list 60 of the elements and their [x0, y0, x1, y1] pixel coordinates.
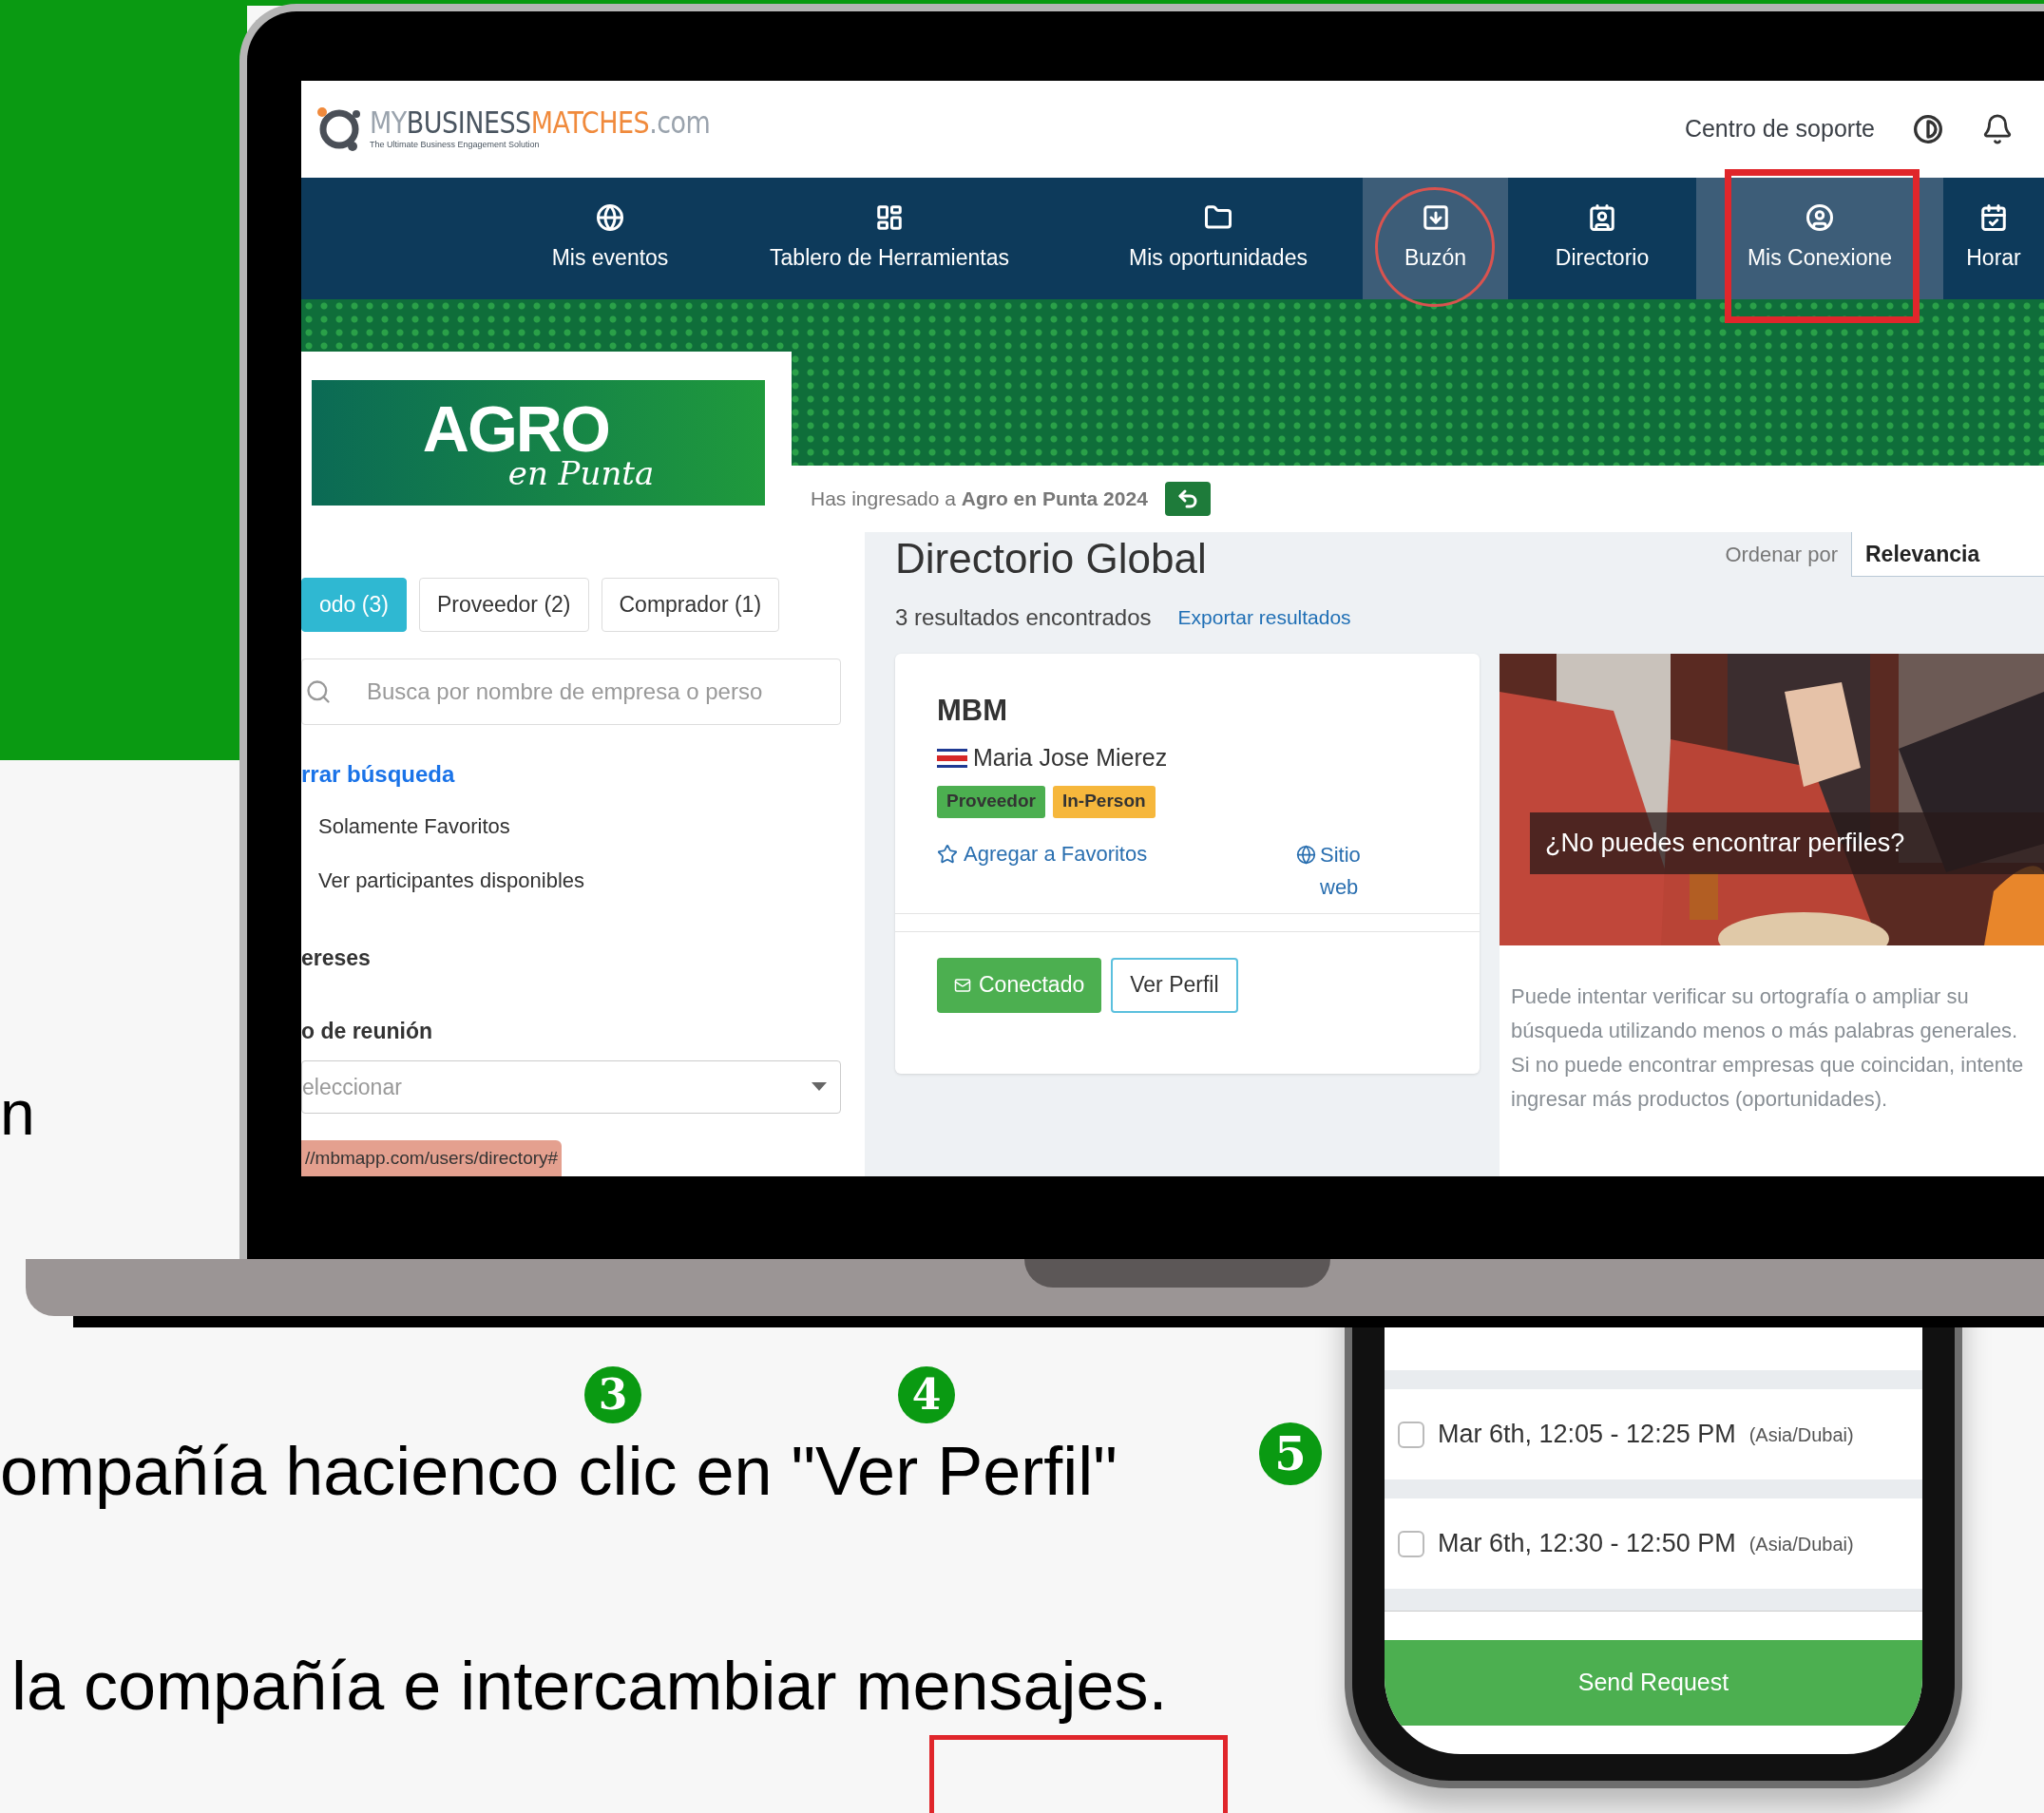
company-name: MBM: [937, 696, 1009, 725]
nav-item[interactable]: Mis eventos: [515, 178, 705, 299]
filter-option[interactable]: Ver participantes disponibles: [318, 865, 865, 896]
contact-name: Maria Jose Mierez: [973, 743, 1168, 773]
time-slot-label: Mar 6th, 12:30 - 12:50 PM: [1438, 1528, 1736, 1560]
checkbox[interactable]: [1398, 1421, 1424, 1448]
logo-tagline: The Ultimate Business Engagement Solution: [370, 141, 541, 149]
checkbox[interactable]: [1398, 1530, 1424, 1557]
section-heading: o de reunión: [301, 1017, 433, 1045]
view-profile-button[interactable]: Ver Perfil: [1111, 957, 1238, 1013]
section-heading: ereses: [301, 945, 372, 972]
entered-event-notice: Has ingresado a Agro en Punta 2024: [811, 487, 1148, 512]
step-number-badge: 3: [584, 1366, 641, 1423]
filter-tab[interactable]: Comprador (1): [601, 578, 780, 632]
clear-search-link[interactable]: rrar búsqueda: [301, 757, 865, 792]
export-link[interactable]: Exportar resultados: [1177, 602, 1351, 633]
globe-icon: [1296, 844, 1316, 865]
bell-icon[interactable]: [1981, 113, 2014, 145]
folder-icon: [1204, 202, 1232, 232]
dashboard-icon: [875, 202, 904, 232]
contact-card-icon: [1588, 202, 1616, 232]
support-link[interactable]: Centro de soporte: [1684, 111, 1875, 147]
timezone-label: (Asia/Dubai): [1748, 1422, 1854, 1447]
add-favorite-link[interactable]: Agregar a Favoritos: [937, 838, 1148, 869]
search-icon: [305, 678, 332, 705]
timezone-label: (Asia/Dubai): [1748, 1532, 1854, 1556]
promo-caption: ¿No puedes encontrar perfiles?: [1545, 828, 1905, 860]
star-icon: [937, 843, 958, 865]
caret-icon: [812, 1082, 827, 1092]
website-link[interactable]: Sitio web: [1320, 838, 1381, 904]
contrast-icon[interactable]: [1913, 114, 1943, 144]
nav-item[interactable]: Mis oportunidades: [1074, 178, 1363, 299]
envelope-icon: [954, 976, 971, 994]
nav-item[interactable]: Buzón: [1363, 178, 1508, 299]
sort-select[interactable]: Relevancia: [1851, 532, 2044, 577]
step-number-badge: 5: [1259, 1422, 1322, 1485]
tag: Proveedor: [937, 785, 1045, 818]
nav-item[interactable]: Horar: [1943, 178, 2044, 299]
page-title: Directorio Global: [895, 538, 1207, 580]
fragment-text: n: [0, 1081, 35, 1144]
nav-item[interactable]: Tablero de Herramientas: [705, 178, 1074, 299]
status-url: //mbmapp.com/users/directory#: [301, 1140, 563, 1176]
inbox-icon: [1421, 202, 1450, 232]
tag: In-Person: [1053, 785, 1156, 818]
time-slot-label: Mar 6th, 12:05 - 12:25 PM: [1438, 1419, 1736, 1451]
promo-text: Puede intentar verificar su ortografía o ampliar su búsqueda utilizando menos o más palabras generales. Si no puede encontrar empresas que coincidan, intente ingresar más productos (oportunidades).: [1510, 983, 2025, 1113]
logo-wordmark: MYBUSINESSMATCHES.com: [370, 106, 711, 138]
sort-label: Ordenar por: [1725, 542, 1838, 568]
step-number-badge: 4: [898, 1366, 955, 1423]
user-icon: [1805, 202, 1834, 232]
nav-item[interactable]: Mis Conexione: [1696, 178, 1943, 299]
filter-option[interactable]: Solamente Favoritos: [318, 811, 865, 842]
search-field[interactable]: Busca por nombre de empresa o perso: [301, 658, 841, 725]
nav-item[interactable]: Directorio: [1508, 178, 1696, 299]
calendar-icon: [1979, 202, 2008, 232]
filter-tab[interactable]: Proveedor (2): [418, 578, 589, 632]
results-count: 3 resultados encontrados: [895, 603, 1152, 632]
back-button[interactable]: [1164, 482, 1211, 516]
flag-icon: [937, 748, 967, 768]
globe-icon: [596, 202, 624, 232]
